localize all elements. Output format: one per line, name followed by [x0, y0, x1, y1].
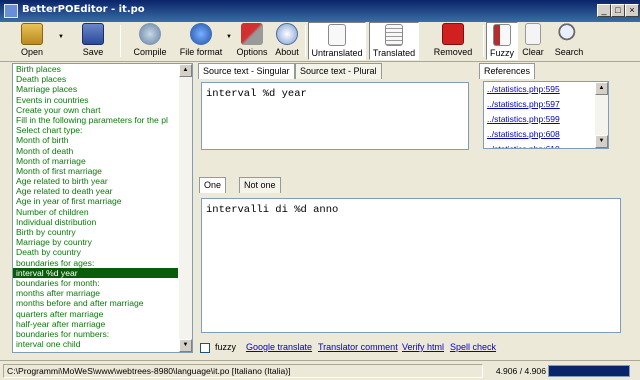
minimize-button[interactable]: _ — [597, 4, 611, 17]
reference-link[interactable]: ../statistics.php:595 — [484, 82, 608, 97]
fuzzy-checkbox[interactable] — [200, 343, 210, 353]
scroll-up-arrow[interactable]: ▲ — [179, 64, 192, 77]
message-list-item[interactable]: Month of marriage — [13, 156, 178, 166]
toolbar-separator — [120, 25, 121, 57]
reference-link[interactable]: ../statistics.php:597 — [484, 97, 608, 112]
spell-check-link[interactable]: Spell check — [450, 342, 496, 352]
scroll-down-arrow[interactable]: ▼ — [179, 339, 192, 352]
written-document-icon — [385, 24, 403, 46]
message-list-item[interactable]: Death places — [13, 74, 178, 84]
message-list-item[interactable]: half-year after marriage — [13, 319, 178, 329]
message-list-item[interactable]: Events in countries — [13, 95, 178, 105]
tools-icon — [241, 23, 263, 45]
toolbar: Open ▼ Save Compile File format ▼ Option… — [0, 22, 640, 62]
message-list-item[interactable]: Death by country — [13, 247, 178, 257]
floppy-disk-icon — [82, 23, 104, 45]
message-list-item[interactable]: Marriage places — [13, 84, 178, 94]
translator-comment-link[interactable]: Translator comment — [318, 342, 398, 352]
scroll-up-arrow[interactable]: ▲ — [595, 82, 608, 95]
open-dropdown-arrow[interactable]: ▼ — [58, 34, 64, 40]
folder-open-icon — [21, 23, 43, 45]
message-list-item[interactable]: Select chart type: — [13, 125, 178, 135]
message-list-item[interactable]: Birth places — [13, 64, 178, 74]
fuzzy-bars-icon — [493, 24, 511, 46]
message-list-item[interactable]: interval %d year — [13, 267, 178, 278]
message-list-item[interactable]: months before and after marriage — [13, 298, 178, 308]
file-format-dropdown-arrow[interactable]: ▼ — [226, 34, 232, 40]
message-list-item[interactable]: Age related to death year — [13, 186, 178, 196]
fuzzy-filter-button[interactable]: Fuzzy — [486, 22, 518, 60]
about-button[interactable]: About — [272, 22, 302, 60]
search-button[interactable]: Search — [552, 22, 586, 60]
message-list-item[interactable]: quarters after marriage — [13, 309, 178, 319]
toolbar-separator — [305, 25, 306, 57]
compile-button[interactable]: Compile — [128, 22, 172, 60]
message-list-item[interactable]: Birth by country — [13, 227, 178, 237]
message-list[interactable]: Birth places Death places Marriage places E… — [12, 63, 193, 353]
reference-link[interactable]: ../statistics.php:599 — [484, 112, 608, 127]
message-list-item[interactable]: Fill in the following parameters for the… — [13, 115, 178, 125]
message-list-item[interactable]: Age related to birth year — [13, 176, 178, 186]
app-icon — [4, 4, 18, 18]
tab-source-plural[interactable]: Source text - Plural — [295, 63, 382, 79]
message-list-item[interactable]: Month of death — [13, 146, 178, 156]
scroll-down-arrow[interactable]: ▼ — [595, 135, 608, 148]
message-list-item[interactable]: Marriage by country — [13, 237, 178, 247]
close-button[interactable]: × — [625, 4, 639, 17]
progress-fill — [549, 366, 629, 376]
title-bar: BetterPOEditor - it.po _ □ × — [0, 0, 640, 22]
message-count: 4.906 / 4.906 — [495, 366, 546, 376]
file-path: C:\Programmi\MoWeS\www\webtrees-8980\lan… — [3, 364, 483, 378]
tab-plural-not-one[interactable]: Not one — [239, 177, 281, 193]
message-list-item[interactable]: Create your own chart — [13, 105, 178, 115]
delete-x-icon — [442, 23, 464, 45]
translation-text-box[interactable]: intervalli di %d anno — [201, 198, 621, 333]
message-list-item[interactable]: boundaries for ages: — [13, 258, 178, 268]
message-list-item[interactable]: Number of children — [13, 207, 178, 217]
source-text-box[interactable]: interval %d year — [201, 82, 469, 150]
globe-icon — [190, 23, 212, 45]
translated-filter-button[interactable]: Translated — [369, 22, 419, 60]
untranslated-filter-button[interactable]: Untranslated — [308, 22, 366, 60]
tab-references[interactable]: References — [479, 63, 536, 79]
options-button[interactable]: Options — [234, 22, 270, 60]
message-list-item[interactable]: months after marriage — [13, 288, 178, 298]
fuzzy-label: fuzzy — [215, 342, 237, 352]
translation-progress-bar — [548, 365, 630, 377]
message-list-item[interactable]: boundaries for numbers: — [13, 329, 178, 339]
window-title: BetterPOEditor - it.po — [22, 4, 145, 15]
tab-source-singular[interactable]: Source text - Singular — [198, 63, 295, 79]
tab-plural-one[interactable]: One — [199, 177, 227, 193]
magnifier-icon — [558, 23, 580, 45]
message-list-item[interactable]: Individual distribution — [13, 217, 178, 227]
references-list[interactable]: ../statistics.php:595 ../statistics.php:5… — [483, 81, 609, 149]
blank-document-icon — [328, 24, 346, 46]
help-icon — [276, 23, 298, 45]
message-list-item[interactable]: Age in year of first marriage — [13, 196, 178, 206]
message-list-item[interactable]: Month of first marriage — [13, 166, 178, 176]
verify-html-link[interactable]: Verify html — [402, 342, 444, 352]
file-format-button[interactable]: File format — [178, 22, 224, 60]
status-bar: C:\Programmi\MoWeS\www\webtrees-8980\lan… — [0, 360, 640, 380]
reference-link[interactable]: ../statistics.php:610 — [484, 142, 608, 148]
gears-icon — [139, 23, 161, 45]
clear-page-icon — [525, 23, 541, 45]
reference-link[interactable]: ../statistics.php:608 — [484, 127, 608, 142]
message-list-item[interactable]: interval one child — [13, 339, 178, 349]
save-button[interactable]: Save — [70, 22, 116, 60]
maximize-button[interactable]: □ — [611, 4, 625, 17]
toolbar-separator — [483, 25, 484, 57]
message-list-scrollbar[interactable]: ▲ ▼ — [179, 64, 192, 352]
open-button[interactable]: Open — [8, 22, 56, 60]
translation-options-bar: fuzzy Google translate Translator commen… — [198, 341, 618, 355]
references-scrollbar[interactable]: ▲ ▼ — [595, 82, 608, 148]
message-list-item[interactable]: boundaries for month: — [13, 278, 178, 288]
removed-filter-button[interactable]: Removed — [428, 22, 478, 60]
google-translate-link[interactable]: Google translate — [246, 342, 312, 352]
clear-button[interactable]: Clear — [519, 22, 547, 60]
message-list-item[interactable]: Month of birth — [13, 135, 178, 145]
